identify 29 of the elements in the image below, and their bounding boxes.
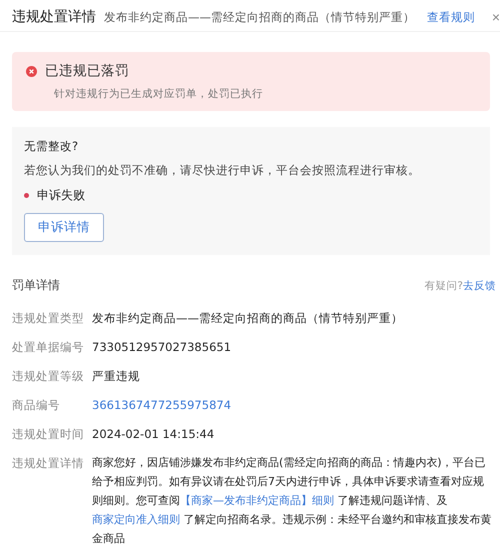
feedback-link[interactable]: 去反馈 xyxy=(463,280,496,292)
product-id-link[interactable]: 3661367477255975874 xyxy=(92,395,232,415)
appeal-text: 若您认为我们的处罚不准确，请尽快进行申诉，平台会按照流程进行审核。 xyxy=(24,163,420,178)
rule-link[interactable]: 【商家—发布非约定商品】细则 xyxy=(180,494,334,507)
rule-link[interactable]: 商家定向准入细则 xyxy=(92,513,180,526)
field-label: 违规处置时间 xyxy=(12,426,85,443)
error-icon xyxy=(26,66,37,76)
field-value: 7330512957027385651 xyxy=(92,339,232,356)
field-label: 违规处置类型 xyxy=(12,310,85,327)
field-label: 违规处置等级 xyxy=(12,368,85,385)
field-value: 严重违规 xyxy=(92,368,140,385)
appeal-title: 无需整改? xyxy=(24,139,78,154)
section-title: 罚单详情 xyxy=(12,277,60,294)
appeal-details-button[interactable]: 申诉详情 xyxy=(24,213,104,242)
field-value: 2024-02-01 14:15:44 xyxy=(92,426,214,443)
violation-subtitle: 发布非约定商品——需经定向招商的商品（情节特别严重） xyxy=(104,10,415,24)
detail-paragraph: 商家您好，因店铺涉嫌发布非约定商品(需经定向招商的商品：情趣内衣)，平台已给予相应判罚。如有异议请在处罚后7天内进行申诉，具体申诉要求请查看对应规则细则。您可查阅【商家—发布非约定商品】细则 了解违规问题详情、及 商家定向准入细则 了解定向招商名录。违规示例：未经平台邀约和审核直接发布黄金商品 xyxy=(92,455,492,547)
status-dot xyxy=(24,193,29,198)
alert-description: 针对违规行为已生成对应罚单，处罚已执行 xyxy=(53,87,264,101)
dialog-title: 违规处置详情 xyxy=(12,8,96,26)
field-value: 发布非约定商品——需经定向招商的商品（情节特别严重） xyxy=(92,310,403,327)
view-rules-link[interactable]: 查看规则 xyxy=(427,10,475,24)
alert-title: 已违规已落罚 xyxy=(45,62,129,80)
question-text: 有疑问? xyxy=(424,280,463,292)
field-label: 处置单据编号 xyxy=(12,339,85,356)
field-label: 违规处置详情 xyxy=(12,455,85,472)
field-label: 商品编号 xyxy=(12,397,61,414)
close-button[interactable]: × xyxy=(488,9,500,25)
appeal-status: 申诉失败 xyxy=(37,187,85,204)
